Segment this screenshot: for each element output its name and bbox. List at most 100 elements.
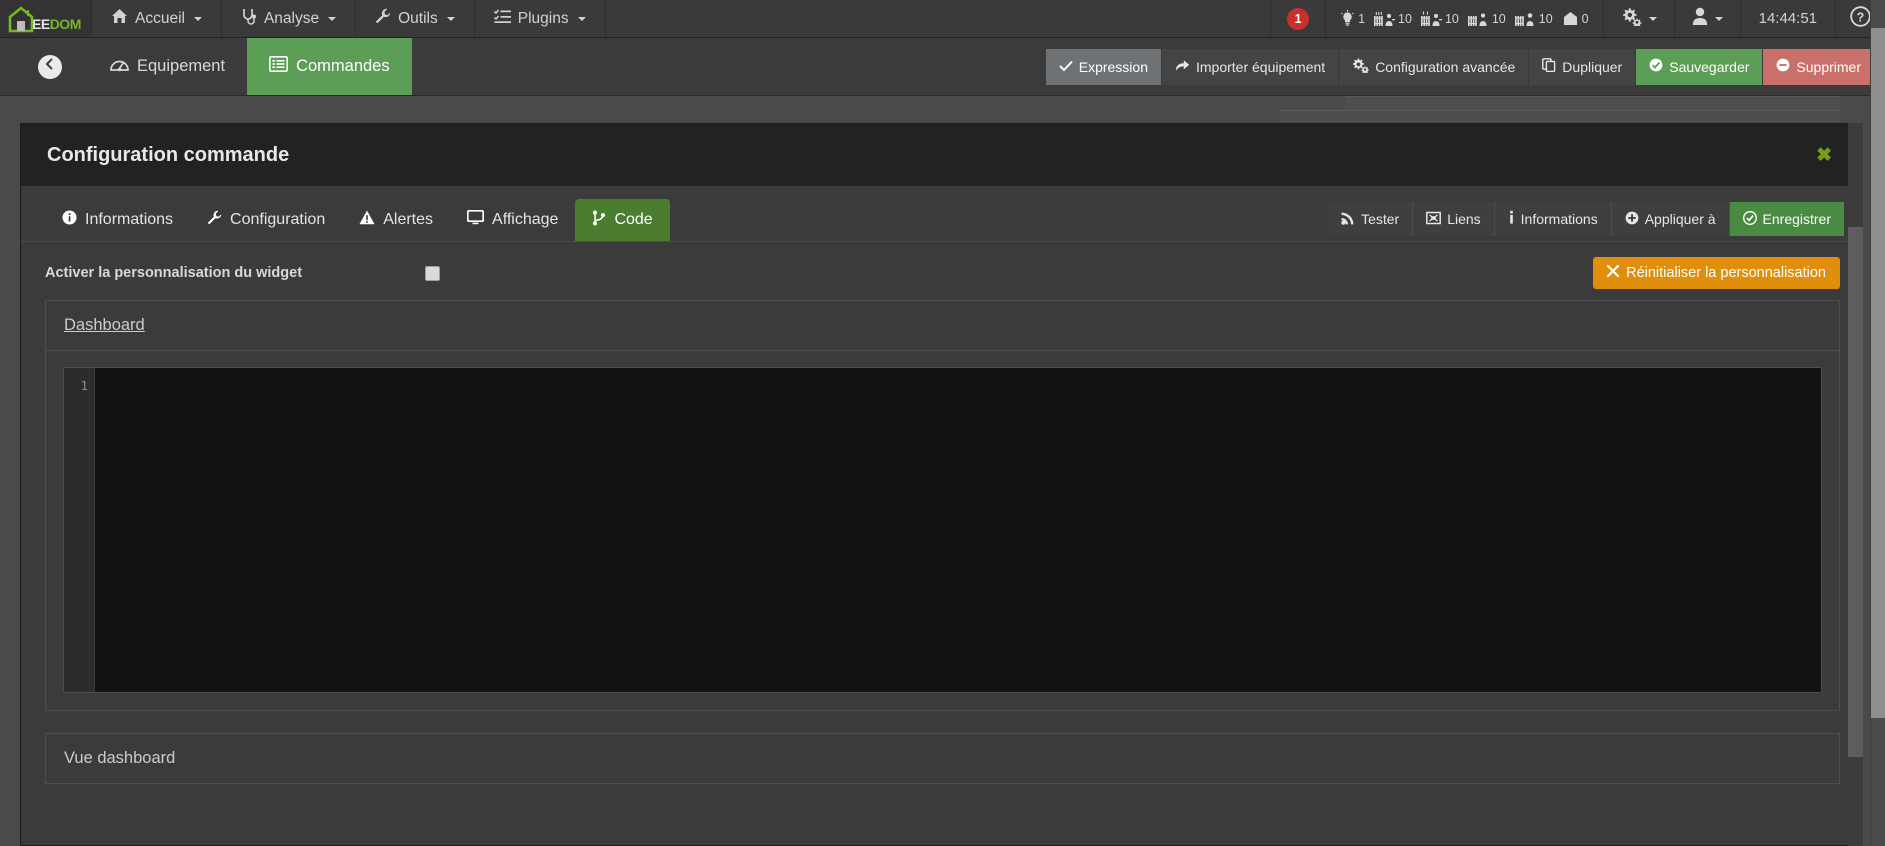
dashboard-link[interactable]: Dashboard (64, 316, 145, 334)
page-scrollbar-thumb[interactable] (1871, 28, 1885, 718)
summary-radiator-outlet[interactable]: 10 (1514, 10, 1553, 27)
duplicate-button[interactable]: Dupliquer (1529, 48, 1637, 85)
summary-radiator-cooling[interactable]: 10 (1420, 10, 1459, 27)
nav-item-outils[interactable]: Outils (356, 0, 475, 37)
modal-scrollbar-thumb[interactable] (1848, 227, 1863, 757)
code-editor[interactable]: 1 (63, 367, 1822, 693)
summary-lightbulb[interactable]: 1 (1340, 10, 1365, 27)
button-label: Enregistrer (1762, 211, 1831, 227)
code-editor-textarea[interactable] (95, 368, 1821, 692)
modal-tabbar: Informations Configuration Alertes Affic… (21, 186, 1862, 242)
lightbulb-icon (1341, 10, 1354, 26)
advanced-config-button[interactable]: Configuration avancée (1339, 48, 1530, 85)
liens-button[interactable]: Liens (1413, 202, 1495, 236)
equipment-action-buttons: Expression Importer équipement Configura… (1045, 48, 1875, 85)
delete-button[interactable]: Supprimer (1763, 48, 1875, 85)
summary-counters: 1 10 10 10 10 0 (1325, 0, 1603, 37)
tab-equipement[interactable]: Equipement (88, 38, 247, 95)
nav-label: Accueil (135, 9, 185, 27)
bg-strip-lower (1280, 110, 1840, 122)
modal-header: Configuration commande ✖ (21, 124, 1862, 186)
tab-label: Code (614, 211, 653, 228)
tester-button[interactable]: Tester (1328, 202, 1414, 236)
summary-radiator-power[interactable]: 10 (1467, 10, 1506, 27)
radiator-outlet-icon (1514, 13, 1534, 26)
list-check-icon (493, 9, 511, 29)
configuration-command-modal: Configuration commande ✖ Informations Co… (20, 123, 1863, 846)
info-i-icon (1508, 210, 1515, 228)
widget-personalization-checkbox[interactable] (425, 265, 440, 281)
page-scrollbar[interactable] (1870, 0, 1885, 846)
nav-item-accueil[interactable]: Accueil (92, 0, 222, 37)
modal-body: Informations Configuration Alertes Affic… (21, 186, 1862, 845)
tab-label: Affichage (492, 211, 559, 228)
dashboard-gauge-icon (110, 56, 129, 78)
jeedom-house-logo-icon (6, 5, 36, 33)
expression-button[interactable]: Expression (1045, 48, 1162, 85)
save-button[interactable]: Sauvegarder (1636, 48, 1764, 85)
brand-logo[interactable]: EEDOM (0, 0, 92, 37)
modal-action-buttons: Tester Liens Informations Appliquer à En… (1328, 202, 1844, 236)
rss-signal-icon (1341, 211, 1355, 228)
import-equipment-button[interactable]: Importer équipement (1162, 48, 1340, 85)
tab-informations[interactable]: Informations (45, 199, 190, 241)
equipment-toolbar: Equipement Commandes Expression Importer… (0, 38, 1885, 96)
editor-gutter: 1 (64, 368, 95, 692)
nav-item-analyse[interactable]: Analyse (222, 0, 357, 37)
cogs-icon (1352, 58, 1370, 76)
summary-radiator-heating[interactable]: 10 (1374, 10, 1412, 27)
user-menu[interactable] (1673, 0, 1740, 37)
widget-personalization-label: Activer la personnalisation du widget (45, 265, 303, 281)
summary-value: 1 (1358, 11, 1366, 26)
close-icon[interactable]: ✖ (1810, 142, 1838, 169)
tab-affichage[interactable]: Affichage (450, 199, 575, 241)
bg-strip-upper (1345, 96, 1840, 110)
stethoscope-icon (241, 8, 257, 30)
chevron-down-icon (1648, 16, 1657, 21)
monitor-icon (466, 209, 485, 230)
wrench-icon (375, 8, 391, 29)
tab-commandes[interactable]: Commandes (247, 38, 412, 95)
button-label: Réinitialiser la personnalisation (1626, 265, 1826, 281)
dashboard-panel: Dashboard 1 (45, 300, 1840, 711)
page-title: Configuration commande (47, 143, 290, 166)
nav-label: Analyse (263, 9, 320, 27)
enregistrer-button[interactable]: Enregistrer (1729, 202, 1844, 236)
home-icon (111, 8, 128, 29)
chevron-down-icon (193, 16, 202, 21)
reset-personalization-button[interactable]: Réinitialiser la personnalisation (1593, 257, 1840, 289)
modal-scrollbar[interactable] (1848, 123, 1863, 846)
radiator-heating-icon (1374, 11, 1396, 26)
back-button[interactable] (38, 54, 62, 79)
tab-alertes[interactable]: Alertes (342, 199, 450, 241)
dashboard-panel-body: 1 (46, 351, 1839, 710)
tab-label: Equipement (137, 57, 226, 75)
summary-house-security[interactable]: 0 (1562, 10, 1589, 27)
button-label: Configuration avancée (1375, 58, 1516, 75)
house-security-icon (1563, 12, 1577, 25)
summary-value: 0 (1581, 11, 1589, 26)
nav-item-plugins[interactable]: Plugins (475, 0, 606, 37)
modal-tabs: Informations Configuration Alertes Affic… (45, 199, 670, 241)
gears-icon (1621, 7, 1642, 31)
check-icon (1059, 59, 1073, 75)
appliquer-a-button[interactable]: Appliquer à (1611, 202, 1730, 236)
status-badge: 1 (1287, 7, 1310, 30)
informations-button[interactable]: Informations (1494, 202, 1612, 236)
vue-dashboard-title: Vue dashboard (64, 749, 176, 767)
user-icon (1692, 7, 1708, 30)
settings-menu[interactable] (1602, 0, 1674, 37)
alert-badge-cell[interactable]: 1 (1270, 0, 1325, 37)
tab-configuration[interactable]: Configuration (190, 199, 342, 241)
chevron-down-icon (328, 16, 337, 21)
button-label: Tester (1361, 211, 1400, 227)
tab-label: Commandes (296, 57, 390, 75)
vue-dashboard-panel: Vue dashboard (45, 733, 1840, 784)
dashboard-panel-header: Dashboard (46, 301, 1839, 351)
tab-code[interactable]: Code (575, 199, 670, 241)
button-label: Appliquer à (1644, 211, 1716, 227)
list-window-icon (269, 56, 289, 77)
navbar-right-group: 1 1 10 10 10 10 0 14:44:51 ? (1270, 0, 1885, 37)
check-circle-icon (1742, 210, 1757, 228)
copy-icon (1542, 58, 1556, 75)
